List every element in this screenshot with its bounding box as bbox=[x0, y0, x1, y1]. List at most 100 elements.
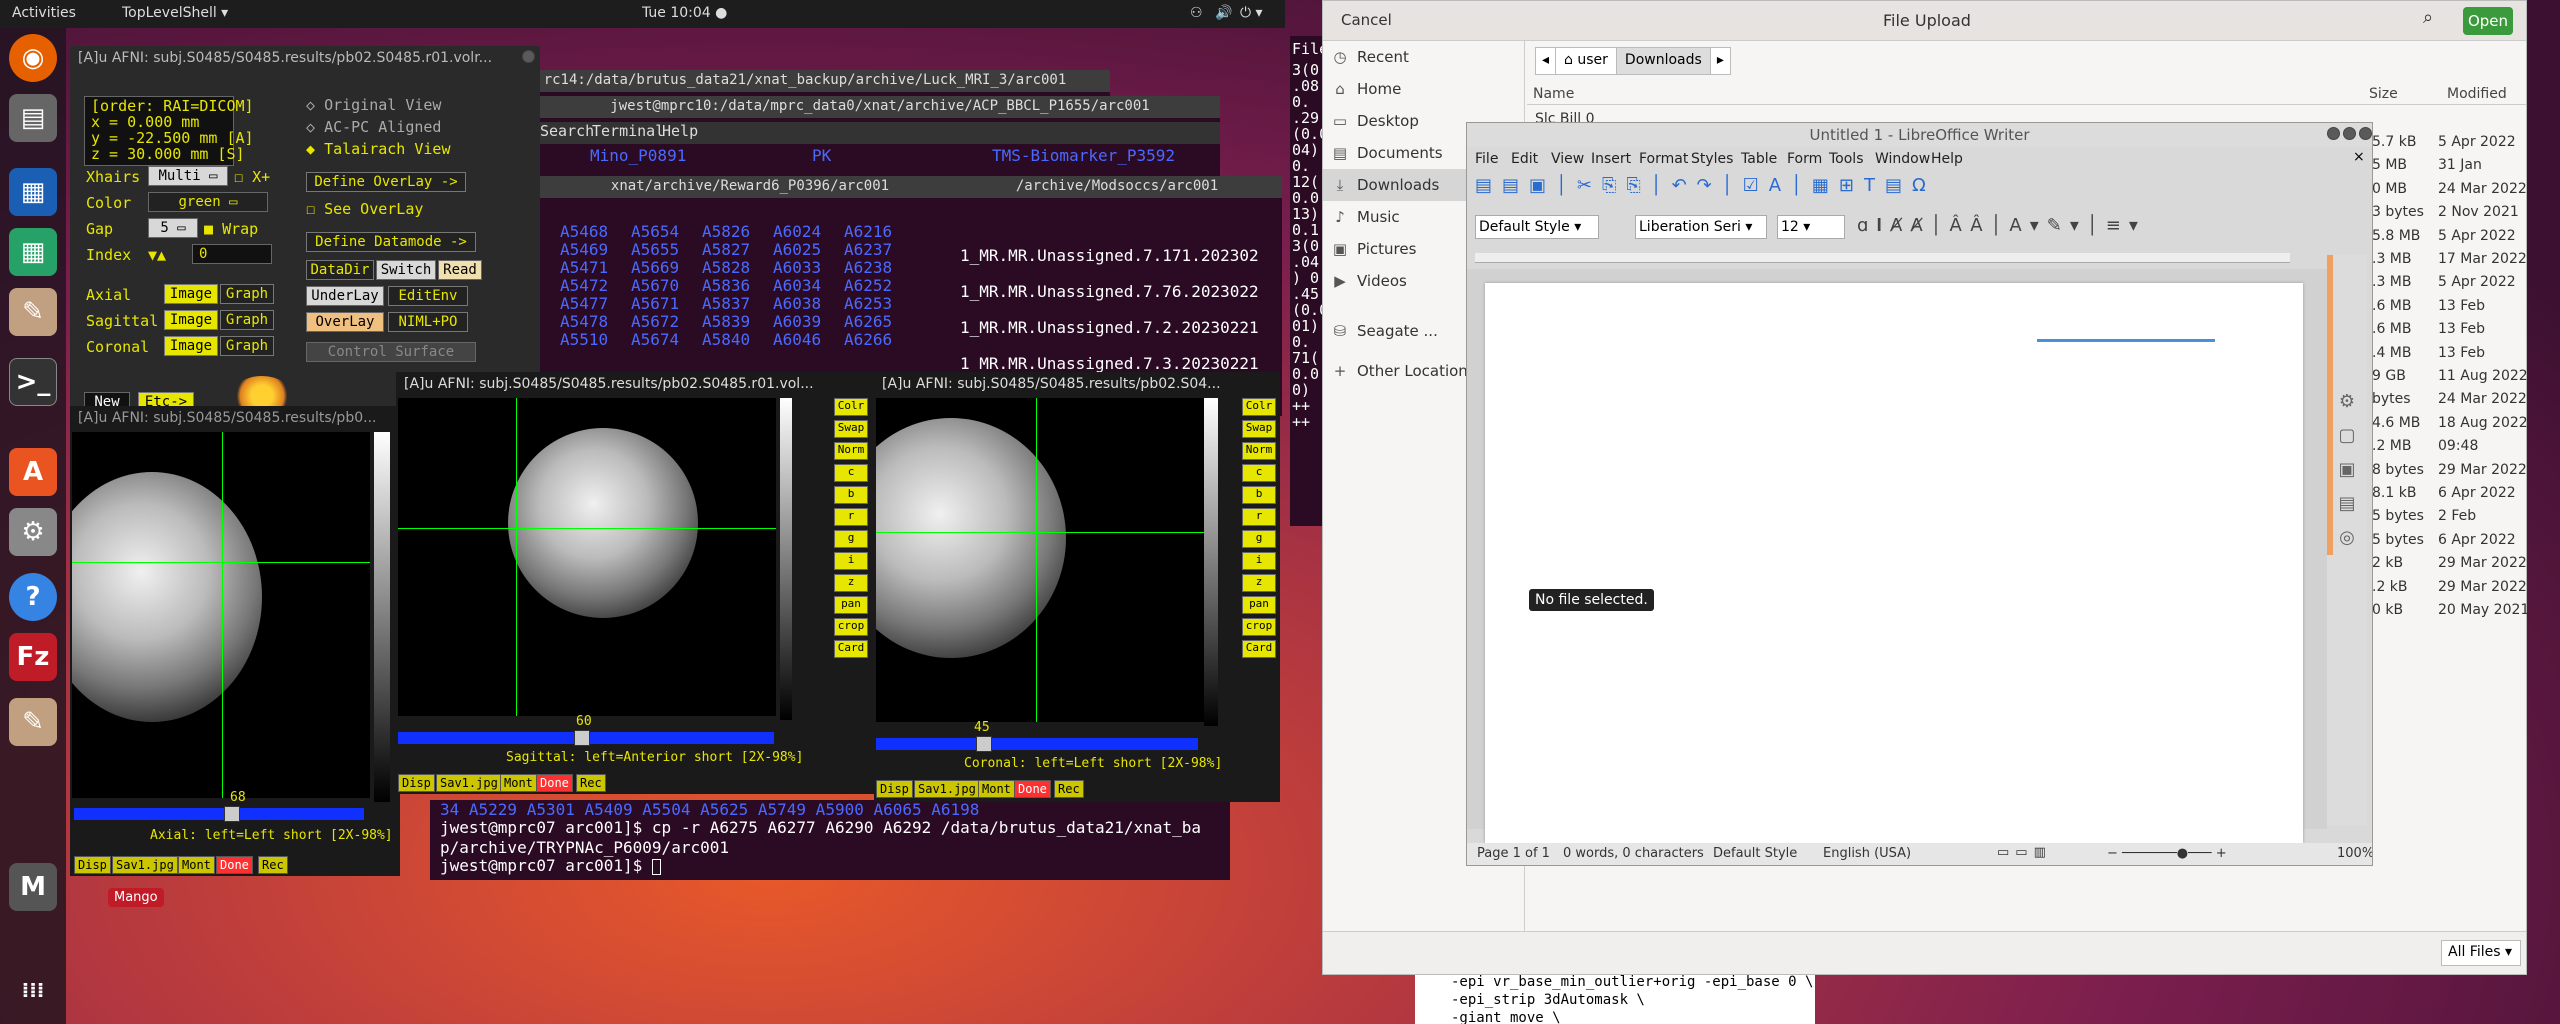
see-overlay-toggle[interactable]: ☐ See OverLay bbox=[306, 200, 423, 218]
acpc-toggle[interactable]: ◇ AC-PC Aligned bbox=[306, 118, 441, 136]
sagittal-graph-button[interactable]: Graph bbox=[220, 310, 274, 330]
intensity-bar[interactable] bbox=[1204, 398, 1218, 726]
side-button[interactable]: z bbox=[1242, 574, 1276, 592]
nimlpo-button[interactable]: NIML+PO bbox=[388, 312, 468, 332]
paragraph-style-select[interactable]: Default Style ▾ bbox=[1475, 215, 1599, 239]
show-applications-icon[interactable]: ⁞⁞⁞ bbox=[9, 966, 57, 1014]
index-arrows[interactable]: ▼▲ bbox=[148, 246, 166, 264]
side-button[interactable]: b bbox=[834, 486, 868, 504]
rec-button[interactable]: Rec bbox=[258, 856, 288, 874]
volume-icon[interactable]: 🔊 bbox=[1215, 5, 1232, 21]
open-button[interactable]: Open bbox=[2463, 7, 2513, 35]
axial-graph-button[interactable]: Graph bbox=[220, 284, 274, 304]
disp-button[interactable]: Disp bbox=[74, 856, 111, 874]
control-surface-button[interactable]: Control Surface bbox=[306, 342, 476, 362]
slice-slider[interactable] bbox=[398, 730, 774, 746]
intensity-bar[interactable] bbox=[374, 432, 390, 802]
side-button[interactable]: pan bbox=[1242, 596, 1276, 614]
disp-button[interactable]: Disp bbox=[876, 780, 913, 798]
sagittal-image-button[interactable]: Image bbox=[164, 310, 218, 330]
activities-button[interactable]: Activities bbox=[12, 5, 76, 21]
coronal-image[interactable] bbox=[876, 398, 1216, 722]
xplus-toggle[interactable]: ☐ X+ bbox=[234, 168, 270, 186]
path-item[interactable]: Downloads bbox=[1615, 48, 1710, 74]
menu-file[interactable]: File bbox=[1475, 151, 1498, 167]
editenv-button[interactable]: EditEnv bbox=[388, 286, 468, 306]
side-button[interactable]: Colr bbox=[834, 398, 868, 416]
terminal-window-2[interactable]: jwest@mprc10:/data/mprc_data0/xnat/archi… bbox=[540, 96, 1220, 176]
side-button[interactable]: Card bbox=[1242, 640, 1276, 658]
terminal-icon[interactable]: >_ bbox=[9, 358, 57, 406]
side-button[interactable]: Swap bbox=[1242, 420, 1276, 438]
switch-button[interactable]: Switch bbox=[376, 260, 436, 280]
settings-icon[interactable]: ⚙ bbox=[9, 508, 57, 556]
mont-button[interactable]: Mont bbox=[500, 774, 537, 792]
zoom-slider[interactable]: − ───────●─── + bbox=[2107, 846, 2227, 861]
side-button[interactable]: c bbox=[834, 464, 868, 482]
close-icon[interactable] bbox=[2359, 127, 2372, 140]
power-icon[interactable]: ⏻ ▾ bbox=[1240, 5, 1263, 21]
coronal-image-button[interactable]: Image bbox=[164, 336, 218, 356]
slider-knob[interactable] bbox=[976, 736, 992, 752]
menu-help[interactable]: Help bbox=[662, 122, 698, 140]
menu-table[interactable]: Table bbox=[1741, 151, 1777, 167]
done-button[interactable]: Done bbox=[216, 856, 253, 874]
define-datamode-button[interactable]: Define Datamode -> bbox=[306, 232, 476, 252]
overlay-button[interactable]: OverLay bbox=[306, 312, 384, 332]
side-button[interactable]: g bbox=[834, 530, 868, 548]
save-button[interactable]: Sav1.jpg bbox=[112, 856, 178, 874]
menu-edit[interactable]: Edit bbox=[1511, 151, 1538, 167]
column-modified[interactable]: Modified bbox=[2447, 86, 2507, 102]
side-button[interactable]: i bbox=[834, 552, 868, 570]
coronal-graph-button[interactable]: Graph bbox=[220, 336, 274, 356]
column-name[interactable]: Name bbox=[1533, 86, 1574, 102]
rec-button[interactable]: Rec bbox=[576, 774, 606, 792]
save-button[interactable]: Sav1.jpg bbox=[436, 774, 502, 792]
writer-icon[interactable]: ▦ bbox=[9, 168, 57, 216]
network-icon[interactable]: ⚇ bbox=[1190, 5, 1203, 21]
firefox-icon[interactable]: ◉ bbox=[9, 34, 57, 82]
column-size[interactable]: Size bbox=[2369, 86, 2398, 102]
sidebar-item[interactable]: ◷ Recent bbox=[1323, 41, 1524, 73]
menu-tools[interactable]: Tools bbox=[1829, 151, 1864, 167]
side-button[interactable]: z bbox=[834, 574, 868, 592]
side-button[interactable]: g bbox=[1242, 530, 1276, 548]
path-item[interactable]: ⌂ user bbox=[1555, 48, 1616, 74]
done-button[interactable]: Done bbox=[1014, 780, 1051, 798]
clock[interactable]: Tue 10:04 ● bbox=[642, 5, 727, 21]
path-forward-icon[interactable]: ▸ bbox=[1709, 48, 1730, 74]
file-filter-select[interactable]: All Files ▾ bbox=[2441, 940, 2521, 966]
gap-select[interactable]: 5 ▭ bbox=[148, 218, 198, 238]
slice-slider[interactable] bbox=[876, 736, 1198, 752]
standard-toolbar[interactable]: ▤▤▣│✂⎘⎘│↶↷│☑A│▦⊞T▤Ω bbox=[1475, 175, 2355, 201]
rec-button[interactable]: Rec bbox=[1054, 780, 1084, 798]
mango-icon[interactable]: M bbox=[9, 863, 57, 911]
side-button[interactable]: Norm bbox=[834, 442, 868, 460]
menu-form[interactable]: Form bbox=[1787, 151, 1822, 167]
sidebar-item[interactable]: ⌂ Home bbox=[1323, 73, 1524, 105]
slice-slider[interactable] bbox=[74, 806, 364, 822]
sidebar-tab-icons[interactable]: ⚙ ▢ ▣ ▤ ◎ bbox=[2335, 385, 2359, 555]
minimize-icon[interactable] bbox=[2327, 127, 2340, 140]
close-document-icon[interactable]: × bbox=[2353, 149, 2365, 165]
slider-knob[interactable] bbox=[574, 730, 590, 746]
afni-sagittal-window[interactable]: [A]u AFNI: subj.S0485/S0485.results/pb02… bbox=[396, 372, 876, 794]
save-button[interactable]: Sav1.jpg bbox=[914, 780, 980, 798]
side-button[interactable]: r bbox=[834, 508, 868, 526]
side-button[interactable]: c bbox=[1242, 464, 1276, 482]
side-button[interactable]: b bbox=[1242, 486, 1276, 504]
cancel-button[interactable]: Cancel bbox=[1341, 11, 1392, 29]
notepad-icon[interactable]: ✎ bbox=[9, 698, 57, 746]
axial-image-button[interactable]: Image bbox=[164, 284, 218, 304]
menu-format[interactable]: Format bbox=[1639, 151, 1688, 167]
side-button[interactable]: Card bbox=[834, 640, 868, 658]
calc-icon[interactable]: ▦ bbox=[9, 228, 57, 276]
text-editor-icon[interactable]: ✎ bbox=[9, 288, 57, 336]
writer-window[interactable]: Untitled 1 - LibreOffice Writer File Edit… bbox=[1466, 122, 2373, 866]
menu-window[interactable]: Window bbox=[1875, 151, 1930, 167]
filezilla-icon[interactable]: Fz bbox=[9, 633, 57, 681]
path-back-icon[interactable]: ◂ bbox=[1536, 48, 1555, 74]
font-size-select[interactable]: 12 ▾ bbox=[1777, 215, 1845, 239]
side-button[interactable]: Swap bbox=[834, 420, 868, 438]
document-page[interactable] bbox=[1485, 283, 2303, 843]
